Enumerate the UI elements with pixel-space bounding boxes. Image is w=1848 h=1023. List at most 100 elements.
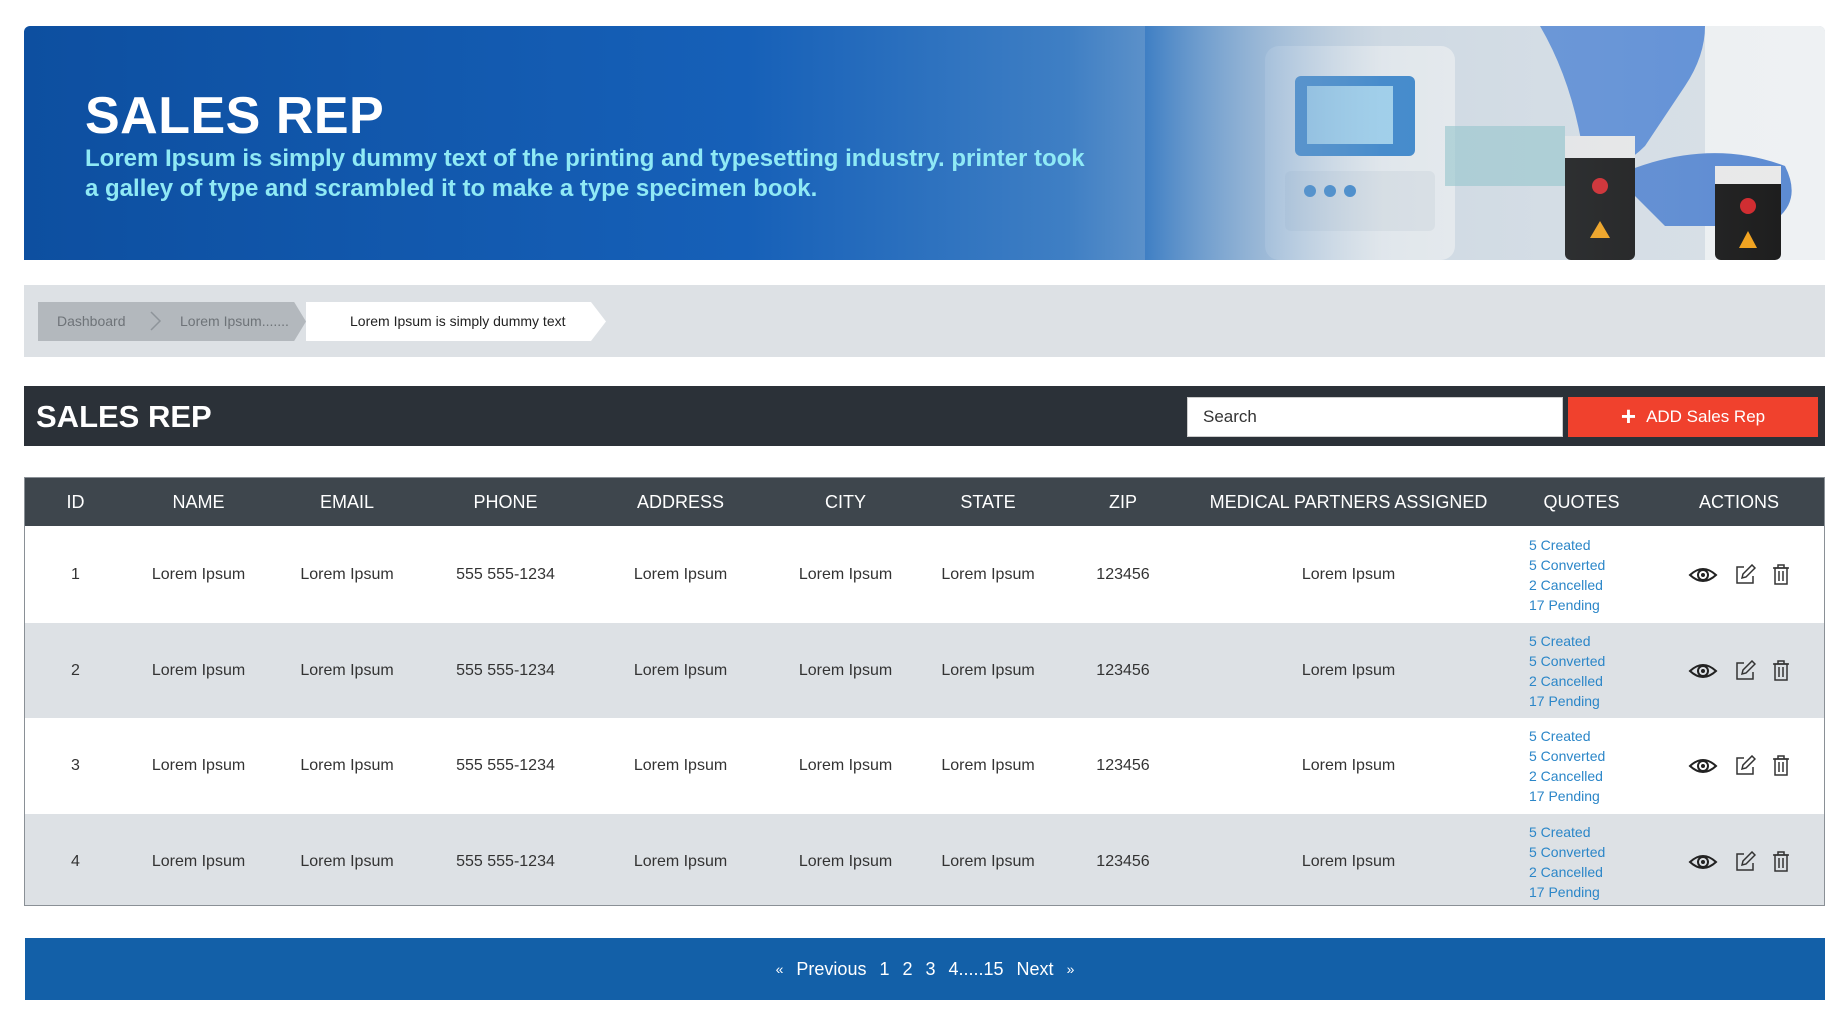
first-page-icon[interactable]: « (776, 961, 784, 977)
col-header-email[interactable]: EMAIL (271, 478, 423, 526)
col-header-name[interactable]: NAME (126, 478, 271, 526)
next-page-link[interactable]: Next (1017, 959, 1054, 980)
cell-id: 2 (71, 661, 80, 679)
quotes-created-link[interactable]: 5 Created (1529, 631, 1654, 651)
cell-actions (1654, 526, 1824, 623)
cell-actions (1654, 814, 1824, 905)
col-header-city[interactable]: CITY (773, 478, 918, 526)
page-link-range[interactable]: 4.....15 (949, 959, 1004, 980)
delete-icon[interactable] (1772, 851, 1790, 873)
cell-phone: 555 555-1234 (456, 661, 555, 679)
col-header-medical-partners[interactable]: MEDICAL PARTNERS ASSIGNED (1188, 478, 1509, 526)
cell-medical-partners: Lorem Ipsum (1301, 565, 1396, 583)
cell-quotes: 5 Created 5 Converted 2 Cancelled 17 Pen… (1509, 814, 1654, 905)
quotes-cancelled-link[interactable]: 2 Cancelled (1529, 766, 1654, 786)
quotes-cancelled-link[interactable]: 2 Cancelled (1529, 575, 1654, 595)
cell-state: Lorem Ipsum (941, 565, 1035, 583)
medical-device-photo (1145, 26, 1825, 260)
quotes-cancelled-link[interactable]: 2 Cancelled (1529, 862, 1654, 882)
table-header-row: ID NAME EMAIL PHONE ADDRESS CITY STATE Z… (25, 478, 1824, 526)
chevron-right-icon (150, 311, 162, 331)
delete-icon[interactable] (1772, 755, 1790, 777)
last-page-icon[interactable]: » (1067, 961, 1075, 977)
cell-id: 3 (71, 757, 80, 774)
breadcrumb-item-current: Lorem Ipsum is simply dummy text (306, 302, 606, 341)
quotes-pending-link[interactable]: 17 Pending (1529, 786, 1654, 806)
view-icon[interactable] (1688, 661, 1718, 681)
page-link-1[interactable]: 1 (879, 959, 889, 980)
hero-subtitle: Lorem Ipsum is simply dummy text of the … (85, 145, 1085, 202)
cell-phone: 555 555-1234 (456, 853, 555, 870)
cell-state: Lorem Ipsum (941, 853, 1035, 870)
cell-actions (1654, 623, 1824, 718)
delete-icon[interactable] (1772, 563, 1790, 586)
col-header-id[interactable]: ID (25, 478, 126, 526)
quotes-pending-link[interactable]: 17 Pending (1529, 691, 1654, 711)
cell-quotes: 5 Created 5 Converted 2 Cancelled 17 Pen… (1509, 526, 1654, 623)
col-header-phone[interactable]: PHONE (423, 478, 588, 526)
quotes-created-link[interactable]: 5 Created (1529, 535, 1654, 555)
previous-page-link[interactable]: Previous (796, 959, 866, 980)
cell-medical-partners: Lorem Ipsum (1301, 757, 1396, 774)
cell-address: Lorem Ipsum (633, 661, 728, 679)
cell-quotes: 5 Created 5 Converted 2 Cancelled 17 Pen… (1509, 623, 1654, 718)
col-header-state[interactable]: STATE (918, 478, 1058, 526)
quotes-pending-link[interactable]: 17 Pending (1529, 595, 1654, 615)
edit-icon[interactable] (1734, 659, 1756, 682)
cell-email: Lorem Ipsum (300, 565, 394, 583)
delete-icon[interactable] (1772, 659, 1790, 682)
quotes-converted-link[interactable]: 5 Converted (1529, 555, 1654, 575)
quotes-created-link[interactable]: 5 Created (1529, 726, 1654, 746)
col-header-actions: ACTIONS (1698, 491, 1779, 512)
hero-title: SALES REP (85, 87, 385, 145)
cell-name: Lorem Ipsum (151, 757, 246, 774)
quotes-created-link[interactable]: 5 Created (1529, 822, 1654, 842)
add-sales-rep-label: ADD Sales Rep (1646, 407, 1766, 426)
table-row: 1 Lorem Ipsum Lorem Ipsum 555 555-1234 L… (25, 526, 1824, 623)
breadcrumb: Dashboard Lorem Ipsum....... Lorem Ipsum… (24, 285, 1825, 357)
hero-banner: SALES REP Lorem Ipsum is simply dummy te… (24, 26, 1825, 260)
cell-zip: 123456 (1096, 853, 1150, 870)
edit-icon[interactable] (1734, 563, 1756, 586)
cell-state: Lorem Ipsum (941, 661, 1035, 679)
quotes-pending-link[interactable]: 17 Pending (1529, 882, 1654, 902)
cell-city: Lorem Ipsum (798, 661, 893, 679)
cell-name: Lorem Ipsum (151, 661, 246, 679)
cell-email: Lorem Ipsum (300, 661, 394, 679)
breadcrumb-item-dashboard[interactable]: Dashboard (38, 302, 158, 341)
cell-medical-partners: Lorem Ipsum (1301, 853, 1396, 870)
search-input[interactable] (1187, 397, 1563, 437)
cell-email: Lorem Ipsum (300, 853, 394, 870)
table-row: 2 Lorem Ipsum Lorem Ipsum 555 555-1234 L… (25, 623, 1824, 718)
quotes-converted-link[interactable]: 5 Converted (1529, 746, 1654, 766)
section-header: SALES REP + ADD Sales Rep (24, 386, 1825, 446)
view-icon[interactable] (1688, 756, 1718, 776)
view-icon[interactable] (1688, 852, 1718, 872)
quotes-cancelled-link[interactable]: 2 Cancelled (1529, 671, 1654, 691)
cell-phone: 555 555-1234 (456, 565, 555, 583)
page-link-2[interactable]: 2 (902, 959, 912, 980)
col-header-zip[interactable]: ZIP (1058, 478, 1188, 526)
col-header-address[interactable]: ADDRESS (588, 478, 773, 526)
col-header-quotes[interactable]: QUOTES (1509, 478, 1654, 526)
cell-email: Lorem Ipsum (300, 757, 394, 774)
cell-zip: 123456 (1096, 661, 1150, 679)
sales-rep-table: ID NAME EMAIL PHONE ADDRESS CITY STATE Z… (24, 477, 1825, 906)
edit-icon[interactable] (1734, 755, 1756, 777)
view-icon[interactable] (1688, 565, 1718, 585)
cell-medical-partners: Lorem Ipsum (1301, 661, 1396, 679)
page-link-3[interactable]: 3 (925, 959, 935, 980)
quotes-converted-link[interactable]: 5 Converted (1529, 651, 1654, 671)
cell-actions (1654, 718, 1824, 814)
cell-zip: 123456 (1096, 757, 1150, 774)
breadcrumb-item-section[interactable]: Lorem Ipsum....... (158, 302, 306, 341)
cell-address: Lorem Ipsum (633, 757, 728, 774)
cell-quotes: 5 Created 5 Converted 2 Cancelled 17 Pen… (1509, 718, 1654, 814)
edit-icon[interactable] (1734, 851, 1756, 873)
table-row: 4 Lorem Ipsum Lorem Ipsum 555 555-1234 L… (25, 814, 1824, 905)
cell-state: Lorem Ipsum (941, 757, 1035, 774)
plus-icon: + (1620, 400, 1637, 431)
add-sales-rep-button[interactable]: + ADD Sales Rep (1568, 397, 1818, 437)
quotes-converted-link[interactable]: 5 Converted (1529, 842, 1654, 862)
cell-city: Lorem Ipsum (798, 757, 893, 774)
